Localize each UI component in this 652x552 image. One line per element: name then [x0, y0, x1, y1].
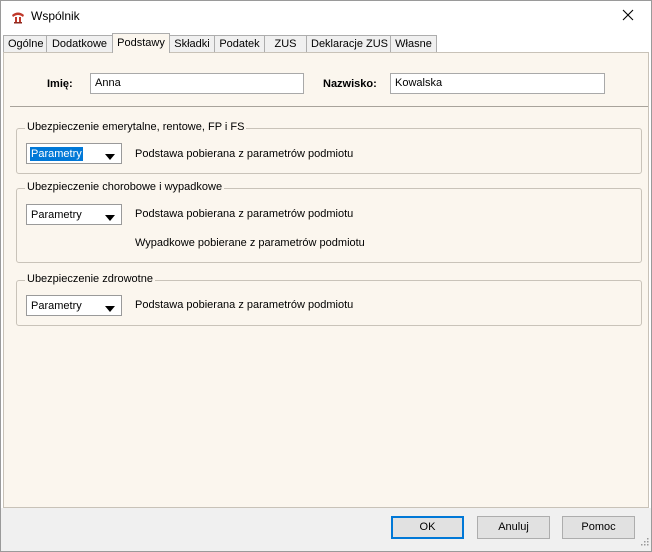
tab-zus[interactable]: ZUS	[264, 35, 307, 53]
close-button[interactable]	[605, 1, 651, 32]
sickness-basis-value: Parametry	[31, 209, 82, 221]
health-insurance-group: Ubezpieczenie zdrowotne Parametry Podsta…	[16, 273, 642, 326]
accident-basis-text: Wypadkowe pobierane z parametrów podmiot…	[135, 237, 365, 249]
pension-insurance-group: Ubezpieczenie emerytalne, rentowe, FP i …	[16, 121, 642, 174]
tab-skladki[interactable]: Składki	[169, 35, 215, 53]
tab-panel-podstawy: Imię: Anna Nazwisko: Kowalska Ubezpiecze…	[3, 52, 649, 508]
help-button[interactable]: Pomoc	[562, 516, 635, 539]
tab-podatek[interactable]: Podatek	[214, 35, 265, 53]
tab-deklaracje-zus[interactable]: Deklaracje ZUS	[306, 35, 391, 53]
chevron-down-icon	[105, 151, 115, 163]
last-name-label: Nazwisko:	[323, 78, 377, 90]
last-name-field[interactable]: Kowalska	[390, 73, 605, 94]
chevron-down-icon	[105, 212, 115, 224]
app-logo-icon	[10, 9, 26, 25]
first-name-label: Imię:	[47, 78, 73, 90]
tab-strip: Ogólne Dodatkowe Podstawy Składki Podate…	[3, 33, 437, 53]
sickness-group-title: Ubezpieczenie chorobowe i wypadkowe	[25, 181, 225, 193]
close-icon	[622, 9, 634, 24]
divider	[10, 106, 648, 107]
sickness-basis-text: Podstawa pobierana z parametrów podmiotu	[135, 208, 354, 220]
pension-basis-text: Podstawa pobierana z parametrów podmiotu	[135, 148, 354, 160]
tab-podstawy[interactable]: Podstawy	[112, 33, 170, 53]
health-group-title: Ubezpieczenie zdrowotne	[25, 273, 155, 285]
tab-ogolne[interactable]: Ogólne	[3, 35, 47, 53]
dialog-footer: OK Anuluj Pomoc	[1, 508, 651, 551]
pension-group-title: Ubezpieczenie emerytalne, rentowe, FP i …	[25, 121, 247, 133]
ok-button[interactable]: OK	[391, 516, 464, 539]
pension-basis-value: Parametry	[30, 147, 83, 161]
cancel-button[interactable]: Anuluj	[477, 516, 550, 539]
resize-grip-icon[interactable]	[639, 536, 649, 549]
chevron-down-icon	[105, 303, 115, 315]
first-name-field[interactable]: Anna	[90, 73, 304, 94]
sickness-basis-select[interactable]: Parametry	[26, 204, 122, 225]
pension-basis-select[interactable]: Parametry	[26, 143, 122, 164]
window-title: Wspólnik	[31, 9, 80, 23]
dialog-window: Wspólnik Ogólne Dodatkowe Podstawy Skład…	[0, 0, 652, 552]
health-basis-text: Podstawa pobierana z parametrów podmiotu	[135, 299, 354, 311]
health-basis-value: Parametry	[31, 300, 82, 312]
sickness-insurance-group: Ubezpieczenie chorobowe i wypadkowe Para…	[16, 181, 642, 263]
health-basis-select[interactable]: Parametry	[26, 295, 122, 316]
title-bar[interactable]: Wspólnik	[1, 1, 651, 32]
tab-dodatkowe[interactable]: Dodatkowe	[46, 35, 113, 53]
tab-wlasne[interactable]: Własne	[390, 35, 437, 53]
